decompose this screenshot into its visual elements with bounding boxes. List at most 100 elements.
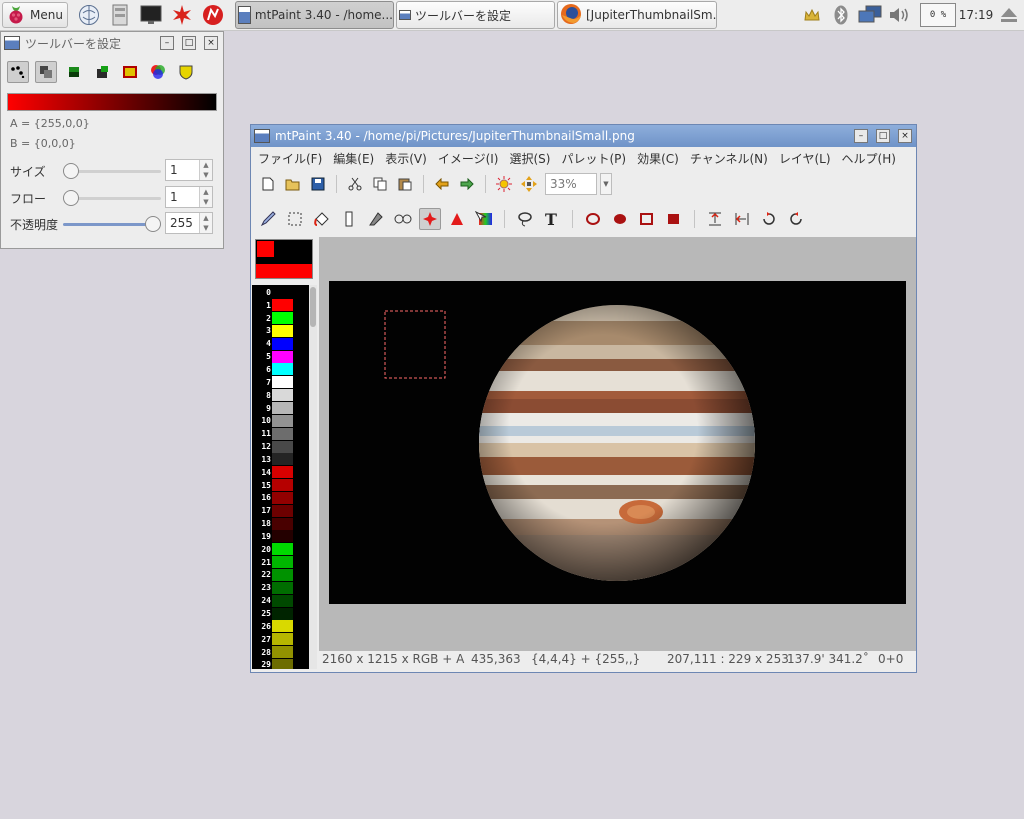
palette-row[interactable]: 14	[252, 466, 309, 479]
cut-icon[interactable]	[344, 173, 366, 195]
palette-row[interactable]: 17	[252, 504, 309, 517]
palette-swatch[interactable]	[272, 299, 293, 312]
palette-swatch[interactable]	[272, 286, 293, 299]
menu-item[interactable]: ヘルプ(H)	[837, 150, 901, 168]
web-browser-launcher-icon[interactable]	[77, 3, 101, 27]
palette-swatch[interactable]	[272, 389, 293, 402]
crown-icon[interactable]	[802, 4, 822, 26]
flip-vertical-icon[interactable]	[704, 208, 726, 230]
palette-swatch[interactable]	[272, 607, 293, 620]
ellipse-outline-icon[interactable]	[582, 208, 604, 230]
palette-row[interactable]: 15	[252, 479, 309, 492]
palette-swatch[interactable]	[272, 324, 293, 337]
size-spinbox[interactable]: 1 ▲ ▼	[165, 159, 213, 181]
palette-swatch[interactable]	[272, 402, 293, 415]
flow-slider[interactable]	[63, 190, 161, 206]
palette-swatch[interactable]	[272, 620, 293, 633]
palette-swatch[interactable]	[272, 517, 293, 530]
rectangle-filled-icon[interactable]	[663, 208, 685, 230]
palette-swatch[interactable]	[272, 440, 293, 453]
new-file-icon[interactable]	[257, 173, 279, 195]
smudge-icon[interactable]	[365, 208, 387, 230]
palette-row[interactable]: 19	[252, 530, 309, 543]
menu-item[interactable]: 編集(E)	[328, 150, 379, 168]
select-polygon-icon[interactable]	[446, 208, 468, 230]
palette-scrollbar[interactable]	[309, 285, 317, 669]
colour-selective-button[interactable]	[119, 61, 141, 83]
menu-item[interactable]: チャンネル(N)	[685, 150, 773, 168]
menu-item[interactable]: 表示(V)	[380, 150, 432, 168]
menu-button[interactable]: Menu	[2, 2, 68, 28]
rectangle-outline-icon[interactable]	[636, 208, 658, 230]
select-rectangle-icon[interactable]	[419, 208, 441, 230]
menu-item[interactable]: イメージ(I)	[433, 150, 504, 168]
palette-row[interactable]: 2	[252, 312, 309, 325]
paint-brush-icon[interactable]	[257, 208, 279, 230]
zoom-dropdown-button[interactable]: ▼	[600, 173, 612, 195]
palette-swatch[interactable]	[272, 543, 293, 556]
palette-swatch[interactable]	[272, 466, 293, 479]
palette-row[interactable]: 27	[252, 633, 309, 646]
mtpaint-titlebar[interactable]: mtPaint 3.40 - /home/pi/Pictures/Jupiter…	[251, 125, 916, 147]
palette-swatch[interactable]	[272, 633, 293, 646]
save-icon[interactable]	[307, 173, 329, 195]
palette-swatch[interactable]	[272, 491, 293, 504]
palette-swatch[interactable]	[272, 337, 293, 350]
gradient-button[interactable]	[147, 61, 169, 83]
palette-row[interactable]: 4	[252, 337, 309, 350]
palette-swatch[interactable]	[272, 646, 293, 659]
size-slider-knob[interactable]	[63, 163, 79, 179]
image-canvas[interactable]	[329, 281, 906, 604]
menu-item[interactable]: 選択(S)	[504, 150, 555, 168]
ellipse-filled-icon[interactable]	[609, 208, 631, 230]
task-firefox[interactable]: [JupiterThumbnailSm...	[557, 1, 717, 29]
palette-swatch[interactable]	[272, 427, 293, 440]
menu-item[interactable]: ファイル(F)	[253, 150, 327, 168]
eject-icon[interactable]	[998, 4, 1020, 26]
clock[interactable]: 17:19	[958, 4, 994, 26]
terminal-launcher-icon[interactable]	[139, 3, 163, 27]
task-toolbar-settings[interactable]: ツールバーを設定	[396, 1, 555, 29]
palette-row[interactable]: 18	[252, 517, 309, 530]
lasso-shield-button[interactable]	[175, 61, 197, 83]
palette-row[interactable]: 5	[252, 350, 309, 363]
open-folder-icon[interactable]	[282, 173, 304, 195]
flood-fill-icon[interactable]	[311, 208, 333, 230]
close-button[interactable]: ×	[898, 129, 912, 143]
pan-icon[interactable]	[518, 173, 540, 195]
palette-swatch[interactable]	[272, 479, 293, 492]
palette-row[interactable]: 1	[252, 299, 309, 312]
palette-row[interactable]: 22	[252, 568, 309, 582]
math-kernel-launcher-icon[interactable]	[170, 3, 194, 27]
palette-row[interactable]: 24	[252, 594, 309, 607]
palette-row[interactable]: 10	[252, 414, 309, 427]
minimize-button[interactable]: –	[160, 36, 174, 50]
maximize-button[interactable]: □	[876, 129, 890, 143]
spin-arrows[interactable]: ▲ ▼	[199, 213, 212, 233]
minimize-button[interactable]: –	[854, 129, 868, 143]
canvas-area[interactable]	[319, 237, 916, 651]
shuffle-icon[interactable]	[284, 208, 306, 230]
palette-swatch[interactable]	[272, 363, 293, 376]
tint-plus-minus-button[interactable]	[91, 61, 113, 83]
palette-swatch[interactable]	[272, 376, 293, 389]
gradient-tool-icon[interactable]	[473, 208, 495, 230]
palette-row[interactable]: 12	[252, 440, 309, 453]
copy-icon[interactable]	[369, 173, 391, 195]
palette-row[interactable]: 9	[252, 402, 309, 415]
spin-arrows[interactable]: ▲ ▼	[199, 187, 212, 207]
palette-row[interactable]: 28	[252, 646, 309, 659]
file-manager-launcher-icon[interactable]	[108, 3, 132, 27]
palette-list[interactable]: 0 1 2 3 4 5 6 7 8 9 10 11 12 13 14 15 16 17 18 19 20 21 22 23 24…	[252, 285, 309, 669]
palette-swatch[interactable]	[272, 594, 293, 607]
palette-row[interactable]: 25	[252, 607, 309, 620]
wolfram-launcher-icon[interactable]	[201, 3, 225, 27]
flip-horizontal-icon[interactable]	[731, 208, 753, 230]
paste-icon[interactable]	[394, 173, 416, 195]
toolbar-settings-titlebar[interactable]: ツールバーを設定 – □ ×	[1, 32, 223, 54]
opacity-slider[interactable]	[63, 216, 161, 232]
palette-swatch[interactable]	[272, 312, 293, 325]
volume-icon[interactable]	[887, 4, 913, 26]
close-button[interactable]: ×	[204, 36, 218, 50]
menu-item[interactable]: レイヤ(L)	[774, 150, 836, 168]
